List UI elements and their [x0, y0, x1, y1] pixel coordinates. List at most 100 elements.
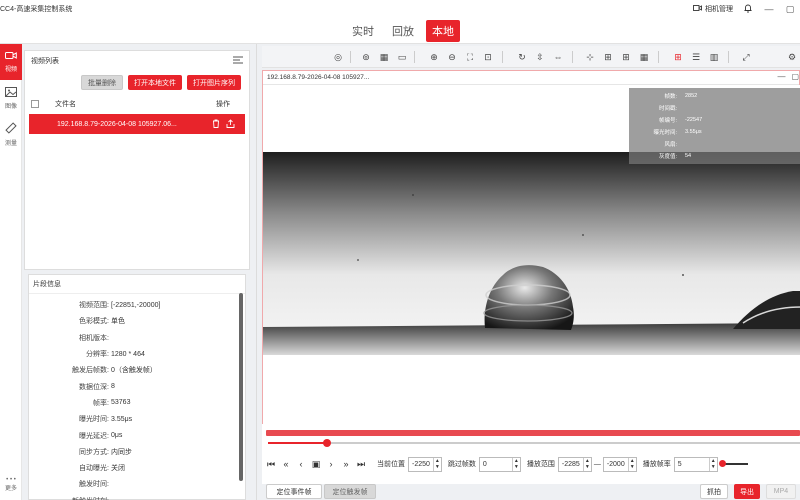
progress-handle[interactable]: [322, 439, 331, 447]
overlay-value: -22547: [685, 117, 703, 123]
video-viewer: 192.168.8.79-2026-04-08 105927... — ▢ 帧数…: [262, 70, 800, 425]
spin-down-icon[interactable]: ▼: [514, 464, 519, 470]
rotate-icon[interactable]: ↻: [516, 51, 528, 63]
info-value: [-22851,-20000]: [111, 301, 161, 309]
spin-down-icon[interactable]: ▼: [435, 464, 440, 470]
play-icon[interactable]: ▣: [311, 459, 321, 470]
overlay-key: 帧数:: [664, 94, 677, 100]
range-end-input[interactable]: -2000 ▲ ▼: [602, 456, 637, 472]
overlay-key: 曝光时间:: [653, 130, 677, 136]
sidebar-item-label: 图像: [4, 103, 17, 110]
info-row: 同步方式: 内同步: [29, 444, 245, 460]
spin-down-icon[interactable]: ▼: [585, 464, 590, 470]
fit-icon[interactable]: ⛶: [464, 51, 476, 63]
info-key: 曝光延迟:: [79, 432, 109, 440]
viewer-maximize-button[interactable]: ▢: [791, 72, 799, 81]
skip-frames-input[interactable]: 0 ▲ ▼: [478, 456, 521, 472]
bell-icon[interactable]: [742, 4, 754, 15]
overlay-row: 风扇:: [629, 138, 800, 150]
play-rate-handle[interactable]: [718, 460, 726, 467]
layout-vertical-icon[interactable]: ▥: [708, 51, 720, 63]
skip-to-start-icon[interactable]: ⏮: [266, 459, 276, 470]
camera-manager-button[interactable]: 相机管理: [693, 4, 733, 14]
grid-16-icon[interactable]: ▦: [638, 51, 650, 63]
sidebar-item-video[interactable]: 视频: [0, 44, 22, 80]
export-button[interactable]: 导出: [734, 484, 760, 499]
expand-icon[interactable]: ⤢: [740, 51, 752, 63]
image-icon: [5, 86, 17, 101]
grid-icon[interactable]: ▦: [378, 51, 390, 63]
frame-image[interactable]: 帧数: 2852 时间戳: 帧编号: -22547 曝光时间: 3.55μs 风扇: 灰度值: 5…: [263, 85, 800, 425]
info-value: 关闭: [111, 465, 125, 473]
tab-local[interactable]: 本地: [426, 20, 460, 42]
zoom-in-icon[interactable]: ⊕: [428, 51, 440, 63]
viewer-title: 192.168.8.79-2026-04-08 105927...: [267, 74, 370, 81]
capture-button[interactable]: 抓拍: [700, 484, 728, 499]
actual-size-icon[interactable]: ⊡: [482, 51, 494, 63]
select-all-checkbox[interactable]: [31, 100, 39, 108]
step-back-icon[interactable]: ‹: [296, 459, 306, 469]
fast-forward-icon[interactable]: »: [341, 459, 351, 469]
play-rate-input[interactable]: 5 ▲ ▼: [673, 456, 718, 472]
mp4-button[interactable]: MP4: [766, 484, 796, 499]
grid-4-icon[interactable]: ⊞: [602, 51, 614, 63]
video-icon: [5, 51, 17, 64]
list-settings-icon[interactable]: [233, 56, 243, 66]
play-rate-label: 播放帧率: [642, 461, 671, 468]
info-row: 数据位深: 8: [29, 378, 245, 394]
current-position-input[interactable]: -2250 ▲ ▼: [408, 456, 442, 472]
sidebar-more-label: 更多: [4, 486, 17, 492]
flip-vertical-icon[interactable]: ⇳: [534, 51, 546, 63]
info-key: 相机版本:: [79, 334, 109, 342]
screen-icon[interactable]: ▭: [396, 51, 408, 63]
panel-divider[interactable]: [256, 44, 257, 500]
open-image-sequence-button[interactable]: 打开图片序列: [187, 75, 241, 90]
locate-trigger-frame-button[interactable]: 定位触发帧: [324, 484, 376, 499]
batch-delete-button[interactable]: 批量删除: [81, 75, 123, 90]
locate-event-frame-button[interactable]: 定位事件帧: [266, 484, 322, 499]
play-rate-value: 5: [677, 460, 682, 468]
event-timeline[interactable]: [266, 430, 800, 436]
tab-realtime[interactable]: 实时: [346, 20, 380, 42]
record-icon[interactable]: ⊚: [360, 51, 372, 63]
info-key: 触发时间:: [79, 481, 109, 489]
video-list-title: 视频列表: [31, 58, 59, 65]
sidebar-item-image[interactable]: 图像: [0, 80, 22, 116]
crosshair-icon[interactable]: ⊹: [584, 51, 596, 63]
viewer-minimize-button[interactable]: —: [777, 72, 785, 81]
clip-info-scrollbar[interactable]: [239, 293, 243, 481]
list-item[interactable]: 192.168.8.79-2026-04-08 105927.06...: [29, 114, 245, 134]
play-rate-slider[interactable]: [718, 460, 748, 467]
overlay-row: 帧数: 2852: [629, 90, 800, 102]
sidebar-more[interactable]: • • • 更多: [0, 477, 22, 492]
spin-down-icon[interactable]: ▼: [711, 464, 716, 470]
spin-down-icon[interactable]: ▼: [630, 464, 635, 470]
info-value: 0（含触发帧）: [111, 367, 157, 375]
flip-horizontal-icon[interactable]: ⇔: [552, 51, 564, 63]
layout-horizontal-icon[interactable]: ☰: [690, 51, 702, 63]
skip-to-end-icon[interactable]: ⏭: [356, 459, 366, 470]
sidebar-item-measure[interactable]: 测量: [0, 116, 22, 152]
info-row: 分辨率: 1280 * 464: [29, 346, 245, 362]
zoom-out-icon[interactable]: ⊖: [446, 51, 458, 63]
target-icon[interactable]: ◎: [332, 51, 344, 63]
title-bar: CC4-高速采集控制系统 相机管理 — ▢: [0, 0, 800, 18]
info-key: 自动曝光:: [79, 465, 109, 473]
step-forward-icon[interactable]: ›: [326, 459, 336, 469]
minimize-button[interactable]: —: [763, 4, 775, 14]
grid-9-icon[interactable]: ⊞: [620, 51, 632, 63]
range-start-input[interactable]: -2285 ▲ ▼: [557, 456, 592, 472]
overlay-row: 帧编号: -22547: [629, 114, 800, 126]
maximize-button[interactable]: ▢: [784, 4, 796, 15]
tab-playback[interactable]: 回放: [386, 20, 420, 42]
overlay-row: 时间戳:: [629, 102, 800, 114]
share-icon[interactable]: [226, 118, 235, 130]
layout-quad-icon[interactable]: ⊞: [672, 51, 684, 63]
gear-icon[interactable]: ⚙: [786, 51, 798, 63]
rewind-icon[interactable]: «: [281, 459, 291, 469]
playback-progress[interactable]: [268, 439, 800, 447]
toolbar-separator: [502, 51, 503, 63]
delete-icon[interactable]: [212, 119, 220, 130]
open-local-file-button[interactable]: 打开本地文件: [128, 75, 182, 90]
overlay-row: 曝光时间: 3.55μs: [629, 126, 800, 138]
